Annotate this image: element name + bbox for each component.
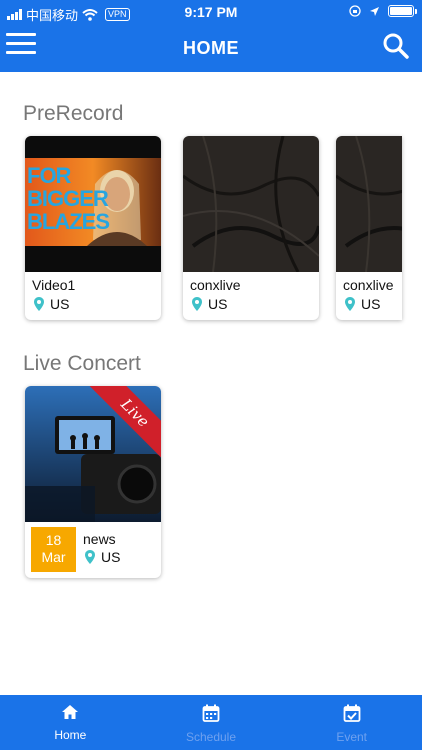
card-location: US xyxy=(345,296,380,312)
event-card[interactable]: Live 18 Mar news US xyxy=(25,386,161,578)
bottom-navigation: Home Schedule Event xyxy=(0,695,422,750)
nav-schedule[interactable]: Schedule xyxy=(141,695,282,750)
nav-home[interactable]: Home xyxy=(0,695,141,750)
nav-home-label: Home xyxy=(54,728,87,742)
location-pin-icon xyxy=(34,297,44,311)
event-date-month: Mar xyxy=(41,549,66,565)
event-date-badge: 18 Mar xyxy=(31,527,76,572)
video-thumbnail xyxy=(336,136,402,272)
card-location: US xyxy=(85,549,120,565)
video-thumbnail xyxy=(183,136,319,272)
calendar-check-icon xyxy=(343,704,361,722)
card-title: conxlive xyxy=(343,277,394,293)
section-title-live-concert: Live Concert xyxy=(23,352,141,375)
location-pin-icon xyxy=(345,297,355,311)
location-label: US xyxy=(208,296,228,312)
location-label: US xyxy=(101,549,121,565)
card-location: US xyxy=(192,296,227,312)
event-thumbnail: Live xyxy=(25,386,161,522)
home-icon xyxy=(62,705,79,719)
location-label: US xyxy=(361,296,381,312)
video-card[interactable]: conxlive US xyxy=(183,136,319,320)
video-thumbnail: FOR BIGGER BLAZES xyxy=(25,136,161,272)
nav-schedule-label: Schedule xyxy=(185,730,237,744)
thumbnail-caption: FOR BIGGER BLAZES xyxy=(27,163,110,234)
nav-event-label: Event xyxy=(336,730,368,744)
card-title: Video1 xyxy=(32,277,76,293)
status-bar: 中国移动 VPN 9:17 PM xyxy=(0,0,422,24)
app-header: 中国移动 VPN 9:17 PM HOME xyxy=(0,0,422,72)
section-title-prerecord: PreRecord xyxy=(23,102,124,125)
calendar-icon xyxy=(202,704,220,722)
page-title: HOME xyxy=(183,38,239,58)
battery-icon xyxy=(388,5,417,17)
location-arrow-icon xyxy=(370,6,379,16)
nav-event[interactable]: Event xyxy=(281,695,422,750)
card-title: news xyxy=(83,531,116,547)
card-location: US xyxy=(34,296,69,312)
card-title: conxlive xyxy=(190,277,241,293)
video-card[interactable]: conxlive US xyxy=(336,136,402,320)
search-icon[interactable] xyxy=(382,32,410,60)
location-pin-icon xyxy=(192,297,202,311)
location-pin-icon xyxy=(85,550,95,564)
video-card[interactable]: FOR BIGGER BLAZES Video1 US xyxy=(25,136,161,320)
event-date-day: 18 xyxy=(45,532,62,548)
orientation-lock-icon xyxy=(349,5,361,17)
location-label: US xyxy=(50,296,70,312)
